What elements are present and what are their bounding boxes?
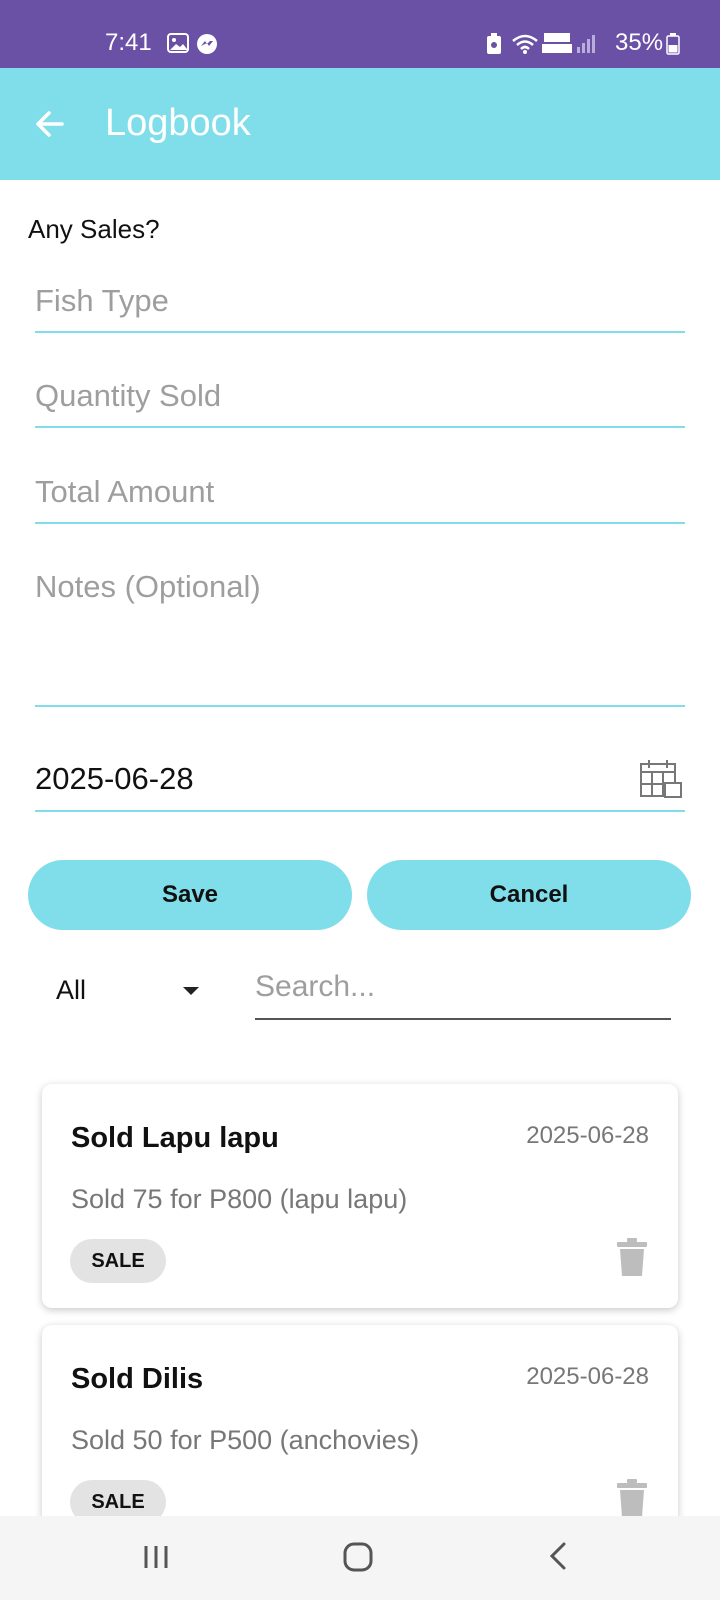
notes-field[interactable]: Notes (Optional) — [35, 569, 685, 707]
status-bar: 7:41 35% — [0, 0, 720, 68]
back-button[interactable] — [30, 104, 70, 144]
status-time: 7:41 — [105, 29, 152, 56]
filter-dropdown[interactable]: All — [56, 975, 206, 1015]
arrow-left-icon — [36, 111, 64, 137]
home-icon[interactable] — [340, 1538, 376, 1579]
date-field[interactable]: 2025-06-28 — [35, 755, 685, 812]
back-nav-icon[interactable] — [546, 1538, 570, 1579]
search-placeholder: Search... — [255, 970, 376, 1003]
entry-title: Sold Dilis — [71, 1363, 204, 1395]
entry-date: 2025-06-28 — [526, 1122, 649, 1149]
total-amount-placeholder: Total Amount — [35, 474, 215, 509]
filter-selected-value: All — [56, 975, 87, 1005]
fish-type-placeholder: Fish Type — [35, 283, 169, 318]
entry-description: Sold 50 for P500 (anchovies) — [71, 1425, 420, 1455]
volte-lte2-icon — [541, 31, 573, 60]
entry-date: 2025-06-28 — [526, 1363, 649, 1390]
total-amount-field[interactable]: Total Amount — [35, 474, 685, 524]
messenger-icon — [196, 33, 218, 60]
gallery-icon — [167, 33, 189, 58]
wifi-icon — [511, 33, 539, 60]
fish-type-field[interactable]: Fish Type — [35, 283, 685, 333]
page-title: Logbook — [105, 102, 251, 144]
signal-icon — [576, 33, 596, 58]
entry-description: Sold 75 for P800 (lapu lapu) — [71, 1184, 408, 1214]
search-input[interactable]: Search... — [255, 970, 671, 1020]
save-button[interactable]: Save — [28, 860, 352, 930]
system-nav-bar — [0, 1516, 720, 1600]
quantity-sold-placeholder: Quantity Sold — [35, 378, 222, 413]
calendar-icon[interactable] — [639, 759, 683, 807]
section-label: Any Sales? — [28, 214, 160, 244]
delete-trash-icon[interactable] — [616, 1237, 648, 1282]
quantity-sold-field[interactable]: Quantity Sold — [35, 378, 685, 428]
recent-apps-icon[interactable] — [140, 1538, 172, 1579]
notes-placeholder: Notes (Optional) — [35, 569, 261, 604]
cancel-button[interactable]: Cancel — [367, 860, 691, 930]
date-value: 2025-06-28 — [35, 761, 194, 796]
battery-percent: 35% — [615, 29, 664, 56]
battery-saver-icon — [485, 33, 503, 60]
battery-icon — [666, 33, 680, 60]
dropdown-arrow-icon — [183, 987, 199, 995]
app-bar: Logbook — [0, 68, 720, 180]
entry-type-badge: SALE — [70, 1239, 166, 1283]
entry-title: Sold Lapu lapu — [71, 1122, 279, 1154]
log-entry-card[interactable]: Sold Lapu lapu 2025-06-28 Sold 75 for P8… — [42, 1084, 678, 1308]
